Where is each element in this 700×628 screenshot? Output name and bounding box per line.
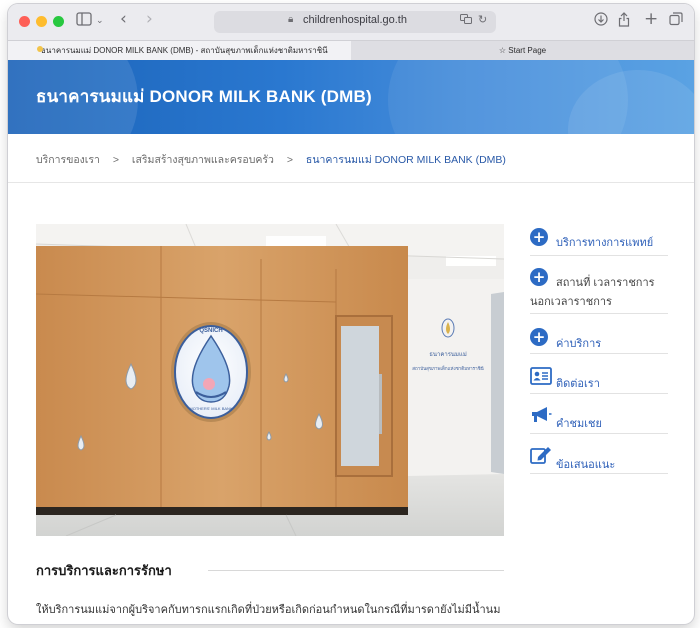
wall-sign-line2: สถาบันสุขภาพเด็กแห่งชาติมหาราชินี: [412, 364, 484, 372]
sidebar-toggle-icon[interactable]: [76, 12, 92, 31]
hero-banner: ธนาคารนมแม่ DONOR MILK BANK (DMB): [8, 60, 694, 134]
sidebar-item-label-line2: นอกเวลาราชการ: [530, 296, 612, 308]
plus-circle-icon: +: [530, 268, 548, 286]
logo-top-text: QSNICH: [199, 328, 222, 334]
download-icon[interactable]: [594, 12, 608, 31]
logo-bottom-text: MOTHERS' MILK BANK: [189, 406, 233, 411]
forward-icon[interactable]: ›: [146, 10, 153, 28]
megaphone-icon: [530, 406, 552, 428]
section-title: การบริการและการรักษา: [36, 563, 172, 578]
breadcrumb-item-current: ธนาคารนมแม่ DONOR MILK BANK (DMB): [305, 154, 506, 166]
sidebar-item-label: ค่าบริการ: [556, 338, 602, 350]
url-text: childrenhospital.go.th: [303, 14, 407, 26]
contact-card-icon: [530, 367, 552, 389]
address-bar[interactable]: 🔒︎ childrenhospital.go.th ↻: [214, 11, 496, 33]
sidebar-item-medical-services[interactable]: + บริการทางการแพทย์: [530, 226, 668, 256]
chevron-down-icon[interactable]: ⌄: [96, 12, 104, 30]
back-icon[interactable]: ‹: [120, 10, 127, 28]
breadcrumb-separator: >: [112, 154, 119, 166]
breadcrumb-separator: >: [286, 154, 293, 166]
sidebar-item-compliments[interactable]: คำชมเชย: [530, 398, 668, 434]
zoom-window-button[interactable]: [53, 16, 64, 27]
page-title: ธนาคารนมแม่ DONOR MILK BANK (DMB): [36, 87, 372, 106]
breadcrumb: บริการของเรา > เสริมสร้างสุขภาพและครอบคร…: [36, 151, 506, 168]
sidebar-item-label: สถานที่ เวลาราชการ: [556, 277, 655, 289]
new-tab-icon[interactable]: +: [644, 10, 658, 28]
minimize-window-button[interactable]: [36, 16, 47, 27]
share-icon[interactable]: [618, 12, 630, 32]
section-paragraph: ให้บริการนมแม่จากผู้บริจาคกับทารกแรกเกิด…: [36, 604, 501, 616]
sidebar-item-fees[interactable]: + ค่าบริการ: [530, 318, 668, 354]
plus-circle-icon: +: [530, 328, 548, 346]
sidebar-item-contact[interactable]: ติดต่อเรา: [530, 358, 668, 394]
tab-dmb[interactable]: ธนาคารนมแม่ DONOR MILK BANK (DMB) - สถาบ…: [8, 41, 351, 61]
sidebar-item-label: ข้อเสนอแนะ: [556, 459, 616, 471]
tab-overview-icon[interactable]: [669, 12, 683, 31]
plus-circle-icon: +: [530, 228, 548, 246]
browser-toolbar: ⌄ ‹ › 🔒︎ childrenhospital.go.th ↻ +: [8, 4, 694, 40]
reload-icon[interactable]: ↻: [478, 13, 487, 26]
wall-sign-line1: ธนาคารนมแม่: [429, 351, 467, 358]
browser-window: ⌄ ‹ › 🔒︎ childrenhospital.go.th ↻ + ธนาค…: [8, 4, 694, 624]
sidebar-item-location-hours[interactable]: + สถานที่ เวลาราชการ นอกเวลาราชการ: [530, 258, 668, 314]
breadcrumb-item-services[interactable]: บริการของเรา: [36, 154, 100, 166]
divider: [8, 182, 694, 183]
tab-bar: ธนาคารนมแม่ DONOR MILK BANK (DMB) - สถาบ…: [8, 40, 694, 61]
breadcrumb-item-health[interactable]: เสริมสร้างสุขภาพและครอบครัว: [132, 154, 274, 166]
sidebar-item-label: ติดต่อเรา: [556, 378, 600, 390]
sidebar-item-label: คำชมเชย: [556, 418, 602, 430]
translate-icon[interactable]: [460, 14, 472, 27]
close-window-button[interactable]: [19, 16, 30, 27]
favicon-icon: [37, 46, 43, 52]
tab-start-page[interactable]: ☆ Start Page: [351, 41, 694, 61]
tab-start-page-label: Start Page: [508, 46, 547, 55]
milk-bank-photo: QSNICH MOTHERS' MILK BANK ธนาคารนมแม่ สถ…: [36, 224, 504, 536]
edit-icon: [530, 446, 552, 468]
sidebar-item-suggestions[interactable]: ข้อเสนอแนะ: [530, 438, 668, 474]
sidebar-item-label: บริการทางการแพทย์: [556, 237, 654, 249]
star-icon: ☆: [498, 46, 507, 55]
section-divider: [208, 570, 504, 571]
tab-dmb-label: ธนาคารนมแม่ DONOR MILK BANK (DMB) - สถาบ…: [41, 46, 328, 55]
